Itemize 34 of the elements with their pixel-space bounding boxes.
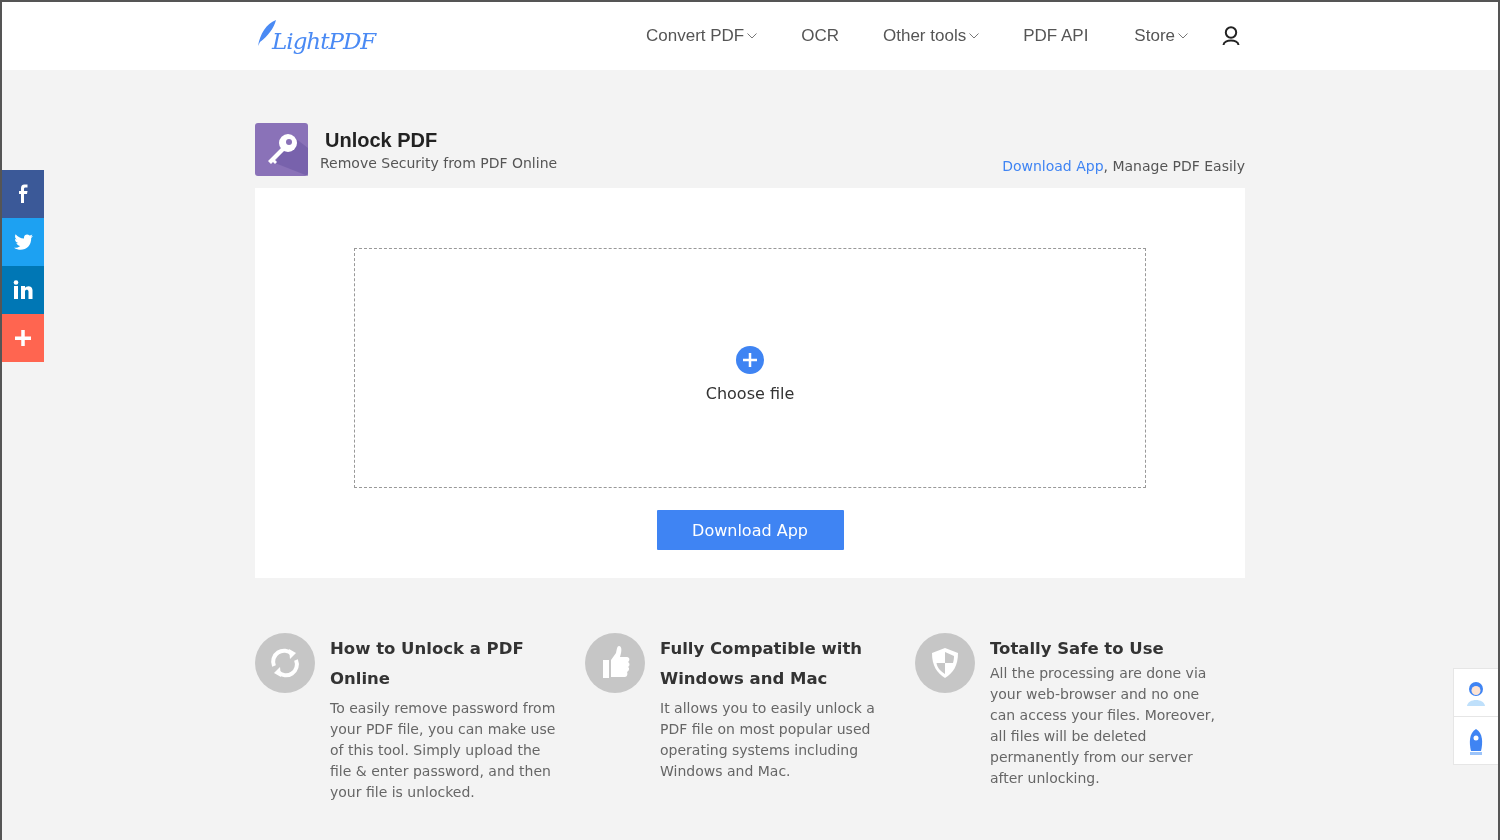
feature-title: Fully Compatible with Windows and Mac bbox=[660, 638, 864, 690]
key-icon bbox=[255, 123, 308, 176]
thumbs-up-icon bbox=[585, 633, 645, 693]
shield-icon bbox=[915, 633, 975, 693]
linkedin-share-button[interactable] bbox=[2, 266, 44, 314]
nav-link[interactable]: OCR bbox=[801, 26, 839, 46]
more-share-button[interactable] bbox=[2, 314, 44, 362]
feature-text: To easily remove password from your PDF file, you can make use of this tool. Simply upload the file & enter password, and then your file is unlocked. bbox=[330, 699, 557, 802]
user-icon[interactable] bbox=[1222, 26, 1240, 46]
nav-link[interactable]: Other tools bbox=[883, 26, 980, 46]
tool-subtitle: Remove Security from PDF Online bbox=[320, 154, 558, 171]
caret-icon bbox=[747, 33, 758, 39]
refresh-icon bbox=[255, 633, 315, 693]
tool-title: Unlock PDF bbox=[325, 128, 439, 152]
file-drop-zone[interactable]: Choose file bbox=[354, 248, 1146, 488]
download-app-button[interactable]: Download App bbox=[656, 510, 844, 550]
nav-link[interactable]: Convert PDF bbox=[646, 26, 758, 46]
tagline-text: , Manage PDF Easily bbox=[1103, 158, 1245, 174]
feature-text: All the processing are done via your web-browser and no one can access your files. Moreover, all files will be deleted permanently from our server after unlocking. bbox=[990, 664, 1217, 788]
nav-link[interactable]: PDF API bbox=[1023, 26, 1089, 46]
add-icon[interactable] bbox=[736, 345, 764, 374]
support-agent-icon[interactable] bbox=[1465, 679, 1487, 706]
linkedin-icon bbox=[12, 279, 34, 301]
caret-icon bbox=[969, 33, 980, 39]
plus-icon bbox=[12, 327, 34, 349]
feature-text: It allows you to easily unlock a PDF file on most popular used operating systems including Windows and Mac. bbox=[660, 699, 876, 781]
twitter-share-button[interactable] bbox=[2, 218, 44, 266]
choose-file-label: Choose file bbox=[705, 383, 795, 403]
facebook-icon bbox=[18, 184, 28, 204]
feature-title: Totally Safe to Use bbox=[990, 638, 1165, 660]
feature-title: How to Unlock a PDF Online bbox=[330, 638, 525, 690]
nav-link[interactable]: Store bbox=[1134, 26, 1188, 46]
facebook-share-button[interactable] bbox=[2, 170, 44, 218]
caret-icon bbox=[1178, 33, 1188, 39]
